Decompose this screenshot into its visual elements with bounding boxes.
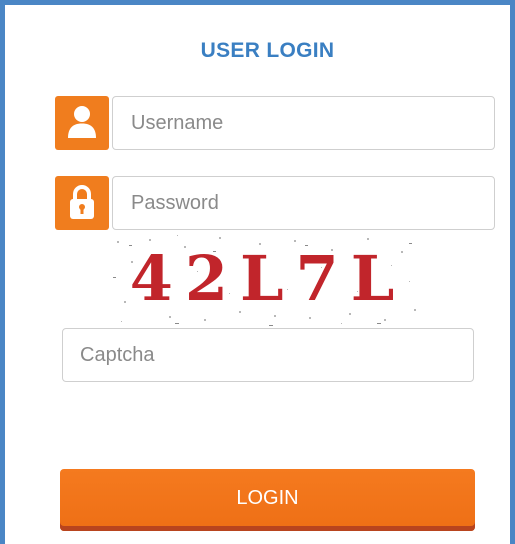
username-row (55, 96, 495, 150)
padlock-icon (55, 176, 109, 230)
captcha-input[interactable] (62, 328, 474, 382)
page-title: USER LOGIN (200, 39, 335, 62)
user-icon (55, 96, 109, 150)
login-panel: USER LOGIN Username 42L7L Captcha LOGIN (0, 0, 515, 544)
password-row (55, 176, 495, 230)
captcha-image: 42L7L (109, 231, 427, 329)
captcha-text: 42L7L (130, 242, 407, 315)
login-button[interactable]: LOGIN (60, 469, 475, 531)
password-input[interactable] (112, 176, 495, 230)
username-input[interactable] (112, 96, 495, 150)
